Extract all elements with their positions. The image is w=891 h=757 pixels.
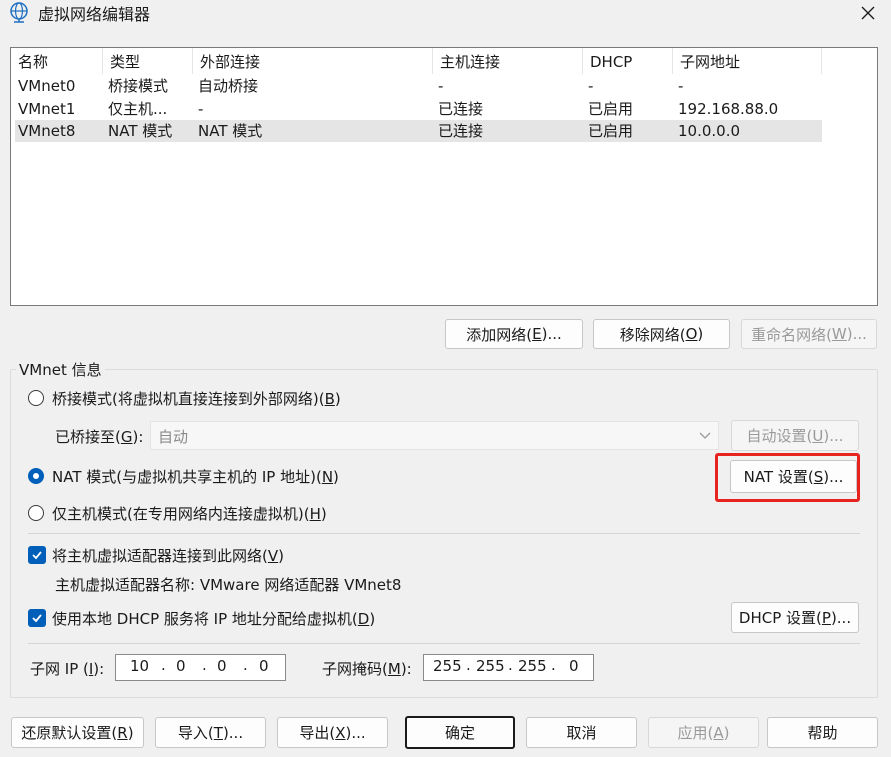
cell-external: 自动桥接 [198,77,259,95]
bridged-radio[interactable] [28,390,44,406]
bridged-to-label: 已桥接至(G): [55,428,144,446]
adapter-name-text: 主机虚拟适配器名称: VMware 网络适配器 VMnet8 [55,576,402,594]
ip-dot: . [202,656,207,674]
cell-name: VMnet8 [18,122,76,140]
ok-button[interactable]: 确定 [405,716,515,749]
globe-network-icon [8,1,30,23]
mask-octet[interactable]: 255 [433,657,462,675]
cell-host: - [438,77,444,95]
chevron-down-icon [699,432,711,439]
cell-type: NAT 模式 [108,122,173,140]
cell-dhcp: 已启用 [588,122,634,140]
divider [28,643,860,644]
connect-adapter-label[interactable]: 将主机虚拟适配器连接到此网络(V) [52,545,284,566]
use-dhcp-checkbox[interactable] [28,609,46,627]
subnet-mask-label: 子网掩码(M): [322,660,412,678]
dhcp-settings-button[interactable]: DHCP 设置(P)... [731,602,859,633]
ip-dot: . [161,656,166,674]
rename-network-button[interactable]: 重命名网络(W)... [741,319,877,349]
cell-host: 已连接 [438,122,484,140]
cancel-button[interactable]: 取消 [526,717,637,748]
mask-octet[interactable]: 255 [476,657,505,675]
hostonly-radio[interactable] [28,505,44,521]
bridged-label[interactable]: 桥接模式(将虚拟机直接连接到外部网络)(B) [52,388,341,409]
ip-dot: . [466,656,471,674]
subnet-ip-input[interactable]: 10 . 0 . 0 . 0 [115,654,286,681]
subnet-ip-label: 子网 IP (I): [30,660,105,678]
subnet-mask-input[interactable]: 255 . 255 . 255 . 0 [423,654,594,681]
cell-subnet: 192.168.88.0 [678,100,779,118]
column-header-dhcp[interactable]: DHCP [583,48,673,74]
cell-host: 已连接 [438,100,484,118]
column-header-subnet[interactable]: 子网地址 [673,48,822,74]
cell-external: NAT 模式 [198,122,263,140]
column-header-external[interactable]: 外部连接 [193,48,433,74]
import-button[interactable]: 导入(T)... [155,717,266,748]
nat-radio[interactable] [28,468,44,484]
column-header-name[interactable]: 名称 [11,48,103,74]
ip-dot: . [508,656,513,674]
nat-label[interactable]: NAT 模式(与虚拟机共享主机的 IP 地址)(N) [52,466,339,487]
hostonly-label[interactable]: 仅主机模式(在专用网络内连接虚拟机)(H) [52,503,327,524]
ip-octet[interactable]: 0 [176,657,186,675]
check-icon [32,614,42,623]
ip-dot: . [243,656,248,674]
group-title: VMnet 信息 [16,359,105,380]
ip-dot: . [551,656,556,674]
list-row-vmnet8[interactable]: VMnet8 NAT 模式 NAT 模式 已连接 已启用 10.0.0.0 [15,120,822,142]
column-header-host[interactable]: 主机连接 [433,48,583,74]
list-header: 名称 类型 外部连接 主机连接 DHCP 子网地址 [11,48,822,74]
bridged-to-value: 自动 [158,428,189,446]
auto-settings-button[interactable]: 自动设置(U)... [731,420,859,451]
highlight-annotation [715,453,860,502]
cell-name: VMnet1 [18,100,76,118]
window-title: 虚拟网络编辑器 [38,5,151,24]
cell-type: 桥接模式 [108,77,169,95]
list-row-vmnet0[interactable]: VMnet0 桥接模式 自动桥接 - - - [15,75,822,97]
column-header-type[interactable]: 类型 [103,48,193,74]
list-row-vmnet1[interactable]: VMnet1 仅主机... - 已连接 已启用 192.168.88.0 [15,98,822,120]
divider [28,533,860,534]
mask-octet[interactable]: 0 [569,657,579,675]
export-button[interactable]: 导出(X)... [277,717,388,748]
mask-octet[interactable]: 255 [518,657,547,675]
remove-network-button[interactable]: 移除网络(O) [593,319,730,349]
close-icon [861,6,875,20]
cell-dhcp: - [588,77,594,95]
check-icon [32,551,42,560]
cell-name: VMnet0 [18,77,76,95]
cell-type: 仅主机... [108,100,168,118]
help-button[interactable]: 帮助 [767,717,878,748]
close-button[interactable] [850,0,886,26]
bridged-to-select[interactable]: 自动 [150,421,719,450]
cell-dhcp: 已启用 [588,100,634,118]
add-network-button[interactable]: 添加网络(E)... [445,319,583,349]
connect-adapter-checkbox[interactable] [28,546,46,564]
ip-octet[interactable]: 0 [217,657,227,675]
cell-subnet: - [678,77,684,95]
apply-button[interactable]: 应用(A) [648,717,759,748]
cell-external: - [198,100,204,118]
use-dhcp-label[interactable]: 使用本地 DHCP 服务将 IP 地址分配给虚拟机(D) [52,608,375,629]
ip-octet[interactable]: 10 [130,657,149,675]
restore-defaults-button[interactable]: 还原默认设置(R) [11,717,144,748]
cell-subnet: 10.0.0.0 [678,122,741,140]
network-list[interactable]: 名称 类型 外部连接 主机连接 DHCP 子网地址 VMnet0 桥接模式 自动… [10,47,878,306]
ip-octet[interactable]: 0 [259,657,269,675]
